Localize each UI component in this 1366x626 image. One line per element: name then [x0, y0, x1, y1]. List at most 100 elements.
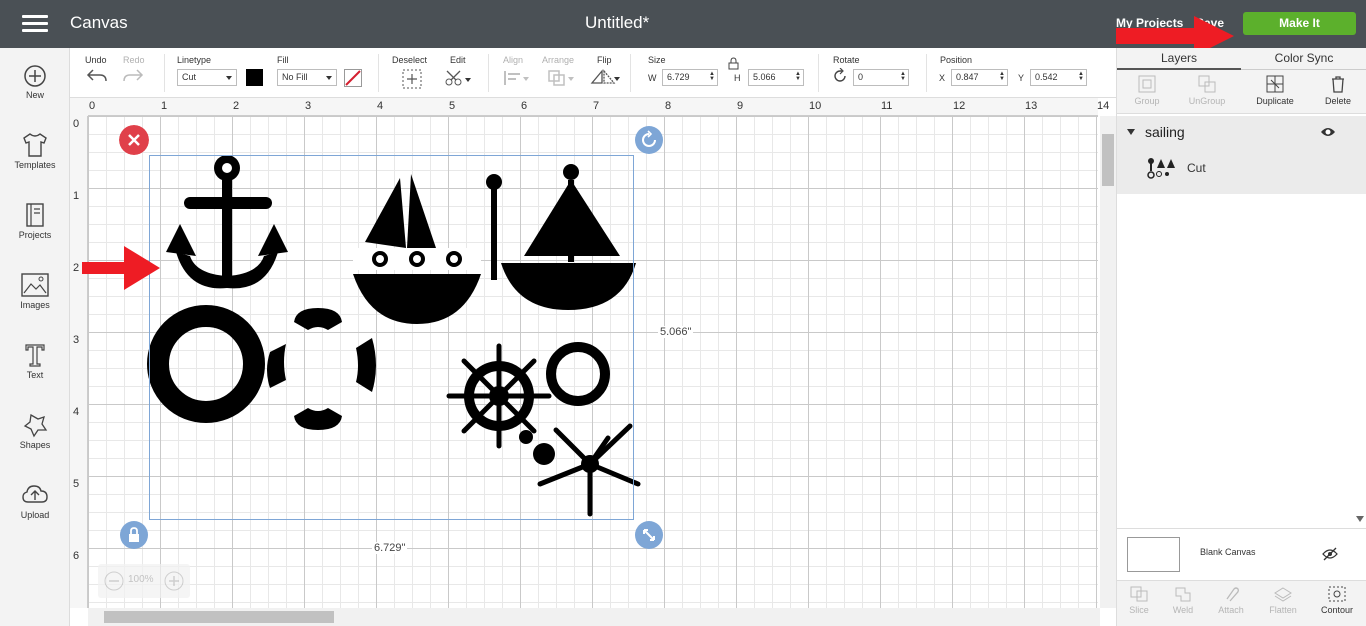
- vertical-ruler: 0 1 2 3 4 5 6: [70, 116, 88, 608]
- scrollbar-thumb[interactable]: [1102, 134, 1114, 186]
- width-input[interactable]: 6.729 ▲ ▼: [662, 69, 718, 86]
- sidebar-item-projects[interactable]: Projects: [0, 202, 70, 262]
- scroll-down-arrow-icon[interactable]: [1356, 516, 1364, 522]
- ruler-tick: 5: [449, 100, 456, 112]
- ruler-tick: 8: [665, 100, 672, 112]
- sidebar-item-label: Upload: [20, 510, 50, 520]
- sidebar-item-upload[interactable]: Upload: [0, 482, 70, 542]
- sidebar-item-images[interactable]: Images: [0, 272, 70, 332]
- trash-icon: [1332, 76, 1344, 93]
- size-label: Size: [648, 55, 666, 65]
- horizontal-ruler: 0 1 2 3 4 5 6 7 8 9 10 11 12 13 14: [88, 98, 1109, 116]
- delete-label: Delete: [1324, 96, 1351, 106]
- tab-color-sync[interactable]: Color Sync: [1241, 48, 1366, 70]
- blank-canvas-row[interactable]: Blank Canvas: [1117, 528, 1366, 580]
- horizontal-scrollbar[interactable]: [88, 608, 1100, 626]
- lock-aspect-icon[interactable]: [728, 57, 739, 70]
- lock-handle-icon[interactable]: [119, 520, 149, 550]
- bottom-tools: Slice Weld Attach Flatten Contour: [1117, 580, 1366, 626]
- ruler-tick: 0: [73, 118, 80, 130]
- resize-handle-icon[interactable]: [634, 520, 664, 550]
- ruler-tick: 4: [73, 406, 80, 418]
- rotate-input[interactable]: 0 ▲ ▼: [853, 69, 909, 86]
- eye-hidden-icon[interactable]: [1322, 547, 1338, 561]
- rotate-icon[interactable]: [832, 68, 848, 84]
- ruler-tick: 12: [953, 100, 966, 112]
- contour-button[interactable]: Contour: [1307, 585, 1366, 615]
- panel-scrollbar[interactable]: [1353, 116, 1366, 526]
- zoom-out-icon[interactable]: [104, 571, 124, 591]
- fill-select[interactable]: No Fill: [277, 69, 337, 86]
- flip-icon[interactable]: [590, 69, 620, 87]
- tab-layers[interactable]: Layers: [1117, 48, 1241, 70]
- duplicate-button[interactable]: Duplicate: [1245, 74, 1305, 106]
- linetype-select[interactable]: Cut: [177, 69, 237, 86]
- height-input[interactable]: 5.066 ▲ ▼: [748, 69, 804, 86]
- group-icon: [1138, 75, 1156, 93]
- ruler-tick: 13: [1025, 100, 1038, 112]
- eye-visibility-icon[interactable]: [1320, 126, 1336, 138]
- blank-canvas-label: Blank Canvas: [1200, 547, 1256, 557]
- ruler-tick: 1: [161, 100, 168, 112]
- rotate-handle-icon[interactable]: [634, 125, 664, 155]
- panel-tabs: Layers Color Sync: [1117, 48, 1366, 70]
- delete-handle-icon[interactable]: [119, 125, 149, 155]
- ruler-tick: 0: [89, 100, 96, 112]
- sidebar-item-new[interactable]: New: [0, 64, 70, 124]
- text-icon: [25, 344, 45, 367]
- contour-icon: [1328, 586, 1346, 602]
- edit-label: Edit: [450, 55, 466, 65]
- ruler-tick: 14: [1097, 100, 1110, 112]
- vertical-scrollbar[interactable]: [1100, 116, 1116, 608]
- duplicate-icon: [1266, 75, 1284, 93]
- width-letter: W: [648, 73, 657, 83]
- flatten-icon: [1274, 587, 1292, 602]
- group-button[interactable]: Group: [1117, 74, 1177, 106]
- red-arrow-annotation-icon: [82, 246, 160, 290]
- layers-panel: Layers Color Sync Group UnGroup Duplicat…: [1116, 48, 1366, 626]
- undo-icon[interactable]: [86, 68, 108, 84]
- layer-group-name: sailing: [1145, 124, 1185, 140]
- align-icon[interactable]: [503, 69, 529, 87]
- position-y-input[interactable]: 0.542 ▲ ▼: [1030, 69, 1087, 86]
- attach-button[interactable]: Attach: [1201, 585, 1261, 615]
- slice-label: Slice: [1129, 605, 1149, 615]
- paperclip-icon: [1226, 587, 1239, 602]
- selection-bounding-box[interactable]: [149, 155, 634, 520]
- weld-icon: [1175, 587, 1191, 602]
- sidebar-item-text[interactable]: Text: [0, 342, 70, 402]
- make-it-button[interactable]: Make It: [1243, 12, 1356, 35]
- layer-group-row[interactable]: sailing Cut: [1117, 116, 1366, 194]
- height-letter: H: [734, 73, 741, 83]
- position-label: Position: [940, 55, 973, 65]
- ruler-tick: 2: [233, 100, 240, 112]
- no-fill-swatch-icon[interactable]: [344, 69, 362, 87]
- weld-label: Weld: [1172, 605, 1194, 615]
- arrange-icon[interactable]: [547, 69, 575, 87]
- zoom-in-icon[interactable]: [164, 571, 184, 591]
- edit-scissors-icon[interactable]: [444, 68, 472, 88]
- zoom-level: 100%: [128, 574, 154, 585]
- sidebar-item-label: Projects: [18, 230, 52, 240]
- y-letter: Y: [1018, 73, 1025, 83]
- ruler-tick: 10: [809, 100, 822, 112]
- image-icon: [21, 273, 49, 297]
- deselect-icon[interactable]: [402, 69, 422, 89]
- blank-canvas-swatch[interactable]: [1127, 537, 1180, 572]
- position-x-input[interactable]: 0.847 ▲ ▼: [951, 69, 1008, 86]
- hamburger-menu-icon[interactable]: [22, 15, 48, 33]
- fill-label: Fill: [277, 55, 289, 65]
- ruler-tick: 7: [593, 100, 600, 112]
- redo-icon[interactable]: [122, 68, 144, 84]
- collapse-caret-icon[interactable]: [1127, 129, 1135, 135]
- scrollbar-thumb[interactable]: [104, 611, 334, 623]
- linetype-color-swatch[interactable]: [246, 69, 263, 86]
- sidebar-item-shapes[interactable]: Shapes: [0, 412, 70, 472]
- ungroup-button[interactable]: UnGroup: [1177, 74, 1237, 106]
- ruler-tick: 6: [521, 100, 528, 112]
- sidebar-item-templates[interactable]: Templates: [0, 132, 70, 192]
- design-canvas[interactable]: 0 1 2 3 4 5 6 7 8 9 10 11 12 13 14 0 1 2…: [70, 98, 1116, 626]
- ruler-tick: 4: [377, 100, 384, 112]
- flatten-button[interactable]: Flatten: [1253, 585, 1313, 615]
- delete-button[interactable]: Delete: [1308, 74, 1366, 106]
